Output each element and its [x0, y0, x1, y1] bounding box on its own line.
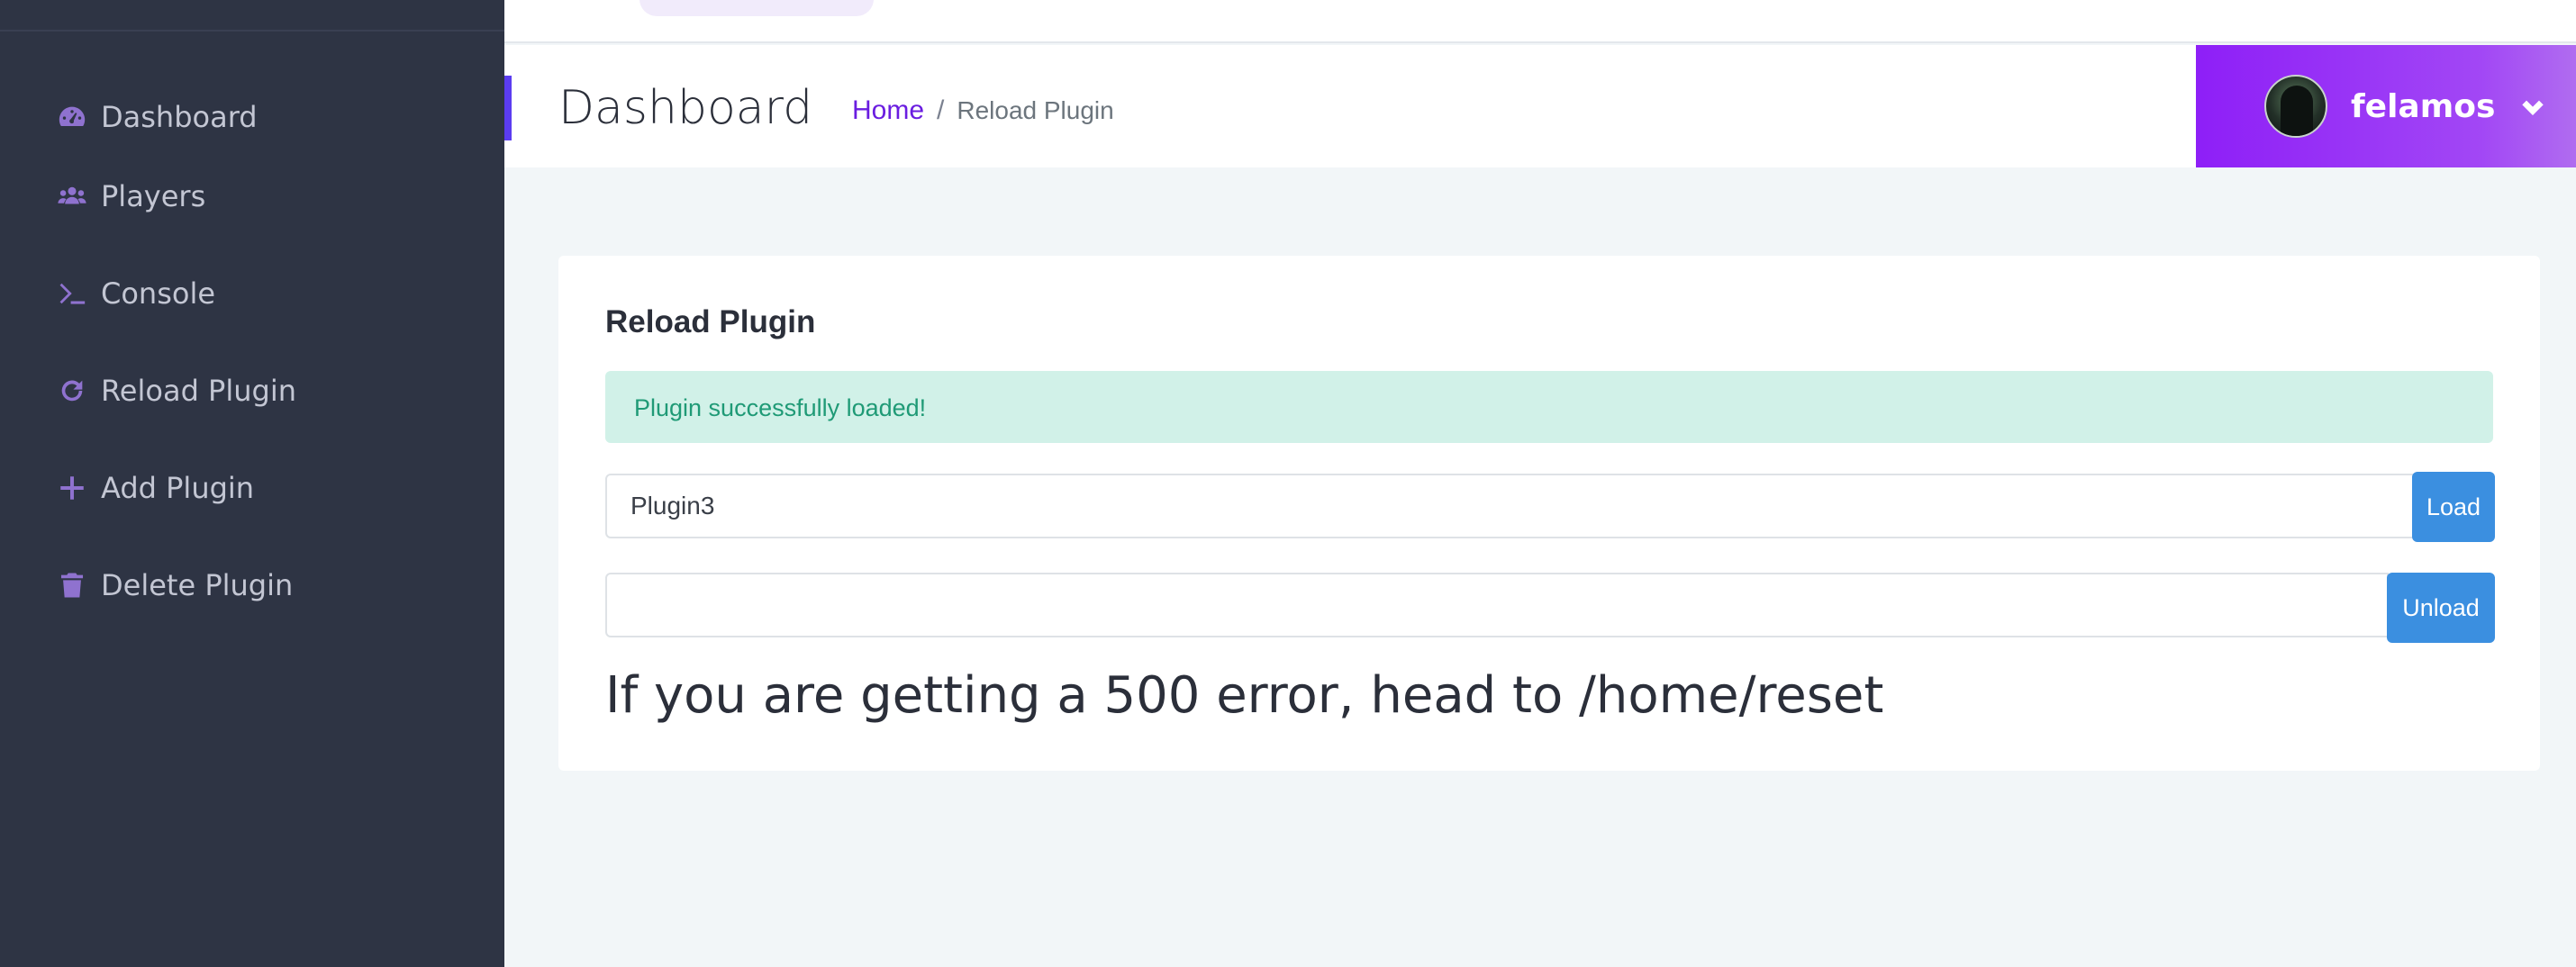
sidebar-item-label: Players	[101, 179, 206, 213]
terminal-icon	[54, 276, 90, 312]
trash-icon	[54, 567, 90, 603]
search-pill[interactable]	[639, 0, 874, 16]
reload-icon	[54, 373, 90, 409]
success-alert: Plugin successfully loaded!	[605, 371, 2493, 443]
sidebar-item-delete-plugin[interactable]: Delete Plugin	[54, 537, 296, 634]
sidebar-item-add-plugin[interactable]: Add Plugin	[54, 439, 296, 537]
breadcrumb: Home / Reload Plugin	[852, 95, 1114, 126]
card-title: Reload Plugin	[605, 304, 816, 339]
sidebar-item-label: Dashboard	[101, 100, 258, 134]
unload-plugin-input[interactable]	[605, 573, 2389, 637]
sidebar-item-label: Reload Plugin	[101, 374, 296, 408]
load-button[interactable]: Load	[2412, 472, 2495, 542]
sidebar-item-reload-plugin[interactable]: Reload Plugin	[54, 342, 296, 439]
avatar	[2264, 75, 2327, 138]
sidebar-item-players[interactable]: Players	[54, 148, 296, 245]
users-icon	[54, 178, 90, 214]
header-accent-bar	[504, 76, 512, 140]
plus-icon	[54, 470, 90, 506]
sidebar-divider	[0, 30, 504, 32]
sidebar-item-label: Delete Plugin	[101, 568, 294, 602]
error-note: If you are getting a 500 error, head to …	[605, 666, 1884, 725]
page-header: Dashboard Home / Reload Plugin felamos	[504, 45, 2576, 167]
chevron-down-icon	[2518, 92, 2547, 121]
reload-plugin-card: Reload Plugin Plugin successfully loaded…	[558, 256, 2540, 771]
sidebar-nav: Dashboard Players Console Reload Plugin …	[54, 86, 296, 634]
page-title: Dashboard	[558, 81, 813, 135]
load-plugin-input[interactable]: Plugin3	[605, 474, 2414, 538]
top-bar	[504, 0, 2576, 43]
username: felamos	[2351, 87, 2496, 125]
user-menu[interactable]: felamos	[2196, 45, 2576, 167]
breadcrumb-home-link[interactable]: Home	[852, 95, 924, 126]
sidebar-item-dashboard[interactable]: Dashboard	[54, 86, 296, 148]
gauge-icon	[54, 99, 90, 135]
sidebar-item-label: Add Plugin	[101, 471, 255, 505]
sidebar: Dashboard Players Console Reload Plugin …	[0, 0, 504, 967]
sidebar-item-label: Console	[101, 276, 216, 311]
breadcrumb-current: Reload Plugin	[957, 96, 1114, 124]
unload-button[interactable]: Unload	[2387, 573, 2495, 643]
sidebar-item-console[interactable]: Console	[54, 245, 296, 342]
breadcrumb-separator: /	[937, 95, 945, 125]
